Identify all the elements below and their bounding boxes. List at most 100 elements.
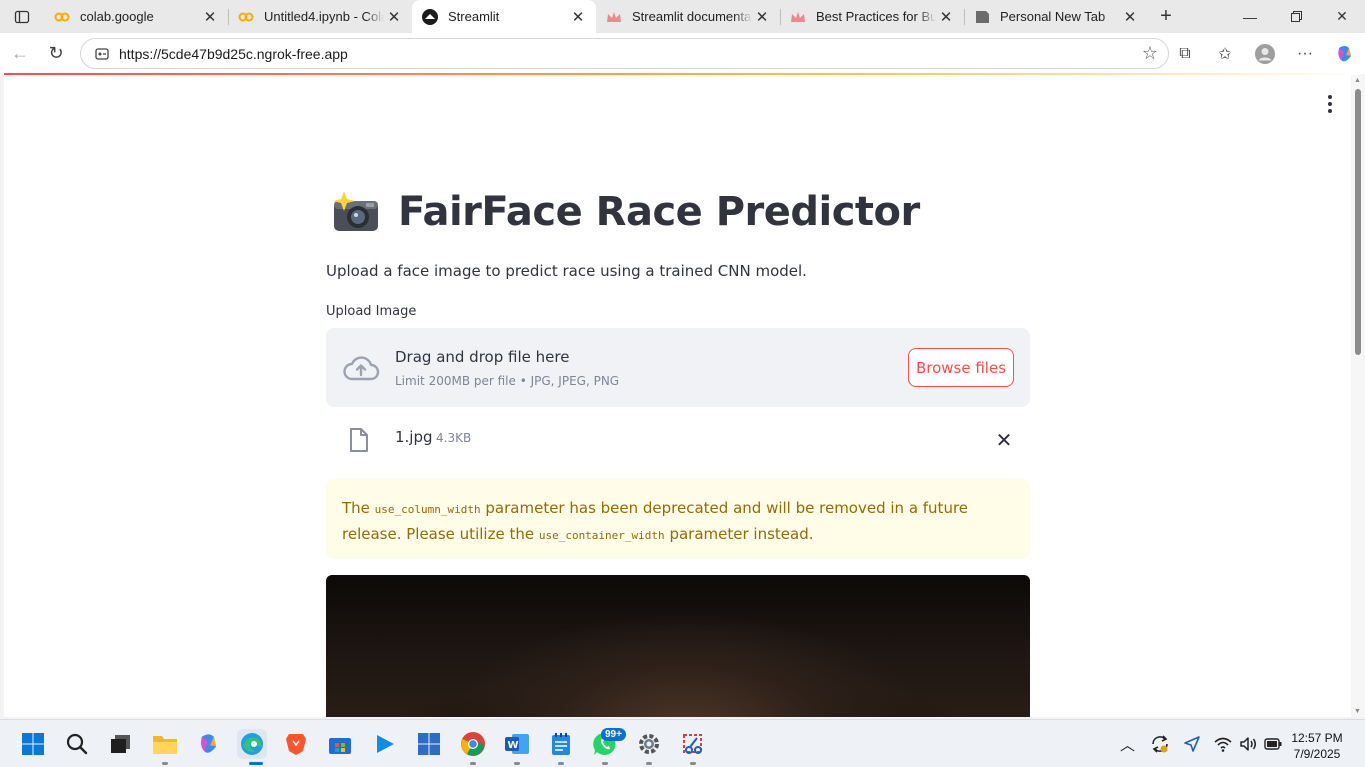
notification-badge: 99+ xyxy=(601,728,626,741)
browser-tab[interactable]: Streamlit documentation ✕ xyxy=(596,0,780,33)
maximize-button[interactable] xyxy=(1273,0,1319,33)
camera-emoji-icon xyxy=(330,189,382,235)
close-tab-icon[interactable]: ✕ xyxy=(1120,8,1140,26)
file-icon xyxy=(350,428,368,452)
settings-gear-icon[interactable] xyxy=(634,729,664,759)
dropzone-limit-text: Limit 200MB per file • JPG, JPEG, PNG xyxy=(395,374,620,388)
play-icon[interactable] xyxy=(370,729,400,759)
running-indicator xyxy=(470,762,476,765)
toolbar-actions: ⧉ ✩ ··· xyxy=(1165,33,1365,74)
word-icon[interactable]: W xyxy=(502,729,532,759)
running-indicator xyxy=(602,762,608,765)
chrome-browser-icon[interactable] xyxy=(458,729,488,759)
browser-tab-strip: colab.google ✕ Untitled4.ipynb - Colab ✕… xyxy=(0,0,1365,33)
plus-icon: + xyxy=(1160,5,1172,27)
page-scrollbar[interactable]: ▲ ▼ xyxy=(1351,75,1365,717)
close-tab-icon[interactable]: ✕ xyxy=(936,8,956,26)
minimize-button[interactable]: — xyxy=(1227,0,1273,33)
edge-browser-icon[interactable] xyxy=(237,729,267,759)
refresh-icon: ↻ xyxy=(48,42,64,63)
back-arrow-icon: ← xyxy=(11,42,29,63)
file-dropzone[interactable]: Drag and drop file here Limit 200MB per … xyxy=(326,328,1030,407)
task-view-icon[interactable] xyxy=(106,729,136,759)
refresh-button[interactable]: ↻ xyxy=(38,35,74,71)
tab-actions-button[interactable] xyxy=(0,0,44,33)
notepad-icon[interactable] xyxy=(546,729,576,759)
tab-title: Streamlit documentation xyxy=(632,9,752,24)
close-icon: ✕ xyxy=(1336,8,1348,24)
copilot-app-icon[interactable] xyxy=(194,729,224,759)
browser-tab-active[interactable]: Streamlit ✕ xyxy=(412,0,596,33)
windows-taskbar: W 99+ ︿ 12:57 PM 7/9/2025 xyxy=(0,719,1365,767)
url-text: https://5cde47b9d25c.ngrok-free.app xyxy=(119,45,348,62)
new-tab-button[interactable]: + xyxy=(1148,0,1184,33)
tab-title: Personal New Tab xyxy=(1000,9,1106,24)
browser-tab[interactable]: Personal New Tab ✕ xyxy=(964,0,1148,33)
snipping-tool-icon[interactable] xyxy=(678,729,708,759)
sync-tray-icon[interactable] xyxy=(1150,720,1170,767)
clock-time: 12:57 PM xyxy=(1291,731,1343,745)
close-tab-icon[interactable]: ✕ xyxy=(752,8,772,26)
deprecation-warning: The use_column_width parameter has been … xyxy=(326,479,1030,559)
windows-start-icon[interactable] xyxy=(18,729,48,759)
system-clock[interactable]: 12:57 PM 7/9/2025 xyxy=(1282,730,1352,762)
file-name: 1.jpg xyxy=(395,428,433,446)
page-viewport: FairFace Race Predictor Upload a face im… xyxy=(4,75,1351,717)
puzzle-icon: ⧉ xyxy=(1179,44,1191,62)
wifi-icon xyxy=(1214,737,1232,752)
settings-more-button[interactable]: ··· xyxy=(1285,45,1325,63)
tab-title: Untitled4.ipynb - Colab xyxy=(264,9,384,24)
page-subtitle: Upload a face image to predict race usin… xyxy=(326,262,807,280)
brave-browser-icon[interactable] xyxy=(281,729,311,759)
browser-tab[interactable]: Untitled4.ipynb - Colab ✕ xyxy=(228,0,412,33)
browser-tab[interactable]: Best Practices for Building ✕ xyxy=(780,0,964,33)
close-tab-icon[interactable]: ✕ xyxy=(568,8,588,26)
battery-tray-icon[interactable] xyxy=(1264,720,1282,767)
back-button[interactable]: ← xyxy=(2,35,38,71)
location-tray-icon[interactable] xyxy=(1183,720,1201,767)
search-icon[interactable] xyxy=(62,729,92,759)
cloud-upload-icon xyxy=(343,356,380,381)
scroll-up-icon[interactable]: ▲ xyxy=(1354,77,1361,84)
warning-code: use_column_width xyxy=(374,503,481,516)
show-hidden-icons-button[interactable]: ︿ xyxy=(1120,720,1135,767)
site-info-icon xyxy=(95,47,109,60)
favorite-star-icon[interactable]: ☆ xyxy=(1142,43,1158,64)
warning-text: The xyxy=(342,499,375,517)
tab-title: colab.google xyxy=(80,9,154,24)
restore-icon xyxy=(1290,11,1302,22)
avatar-icon xyxy=(1255,43,1275,64)
running-indicator xyxy=(690,762,696,765)
windows-app-icon[interactable] xyxy=(414,729,444,759)
profile-button[interactable] xyxy=(1245,43,1285,65)
scrollbar-thumb[interactable] xyxy=(1355,89,1361,355)
microsoft-store-icon[interactable] xyxy=(325,729,355,759)
browse-files-button[interactable]: Browse files xyxy=(908,348,1014,387)
active-app-indicator xyxy=(249,762,263,765)
main-menu-button[interactable] xyxy=(1320,94,1340,114)
address-bar[interactable]: https://5cde47b9d25c.ngrok-free.app ☆ xyxy=(80,38,1169,69)
close-tab-icon[interactable]: ✕ xyxy=(384,8,404,26)
browser-tab[interactable]: colab.google ✕ xyxy=(44,0,228,33)
remove-file-icon[interactable]: ✕ xyxy=(994,428,1014,452)
uploaded-face-image xyxy=(326,575,1030,717)
upload-label: Upload Image xyxy=(326,304,417,319)
sync-icon xyxy=(1152,735,1168,753)
close-tab-icon[interactable]: ✕ xyxy=(200,8,220,26)
network-tray-icon[interactable] xyxy=(1214,720,1232,767)
streamlit-crown-icon xyxy=(606,9,622,25)
extensions-button[interactable]: ⧉ xyxy=(1165,45,1205,63)
colab-icon xyxy=(54,9,70,25)
scroll-down-icon[interactable]: ▼ xyxy=(1354,708,1361,715)
minimize-icon: — xyxy=(1243,8,1257,25)
favorites-button[interactable]: ✩ xyxy=(1205,44,1245,64)
navigation-arrow-icon xyxy=(1184,736,1200,752)
volume-tray-icon[interactable] xyxy=(1239,720,1257,767)
copilot-button[interactable] xyxy=(1325,44,1365,64)
title-row: FairFace Race Predictor xyxy=(330,189,920,235)
close-window-button[interactable]: ✕ xyxy=(1319,0,1365,33)
tab-title: Streamlit xyxy=(448,9,500,24)
running-indicator xyxy=(646,762,652,765)
copilot-icon xyxy=(1338,45,1351,61)
file-explorer-icon[interactable] xyxy=(150,729,180,759)
